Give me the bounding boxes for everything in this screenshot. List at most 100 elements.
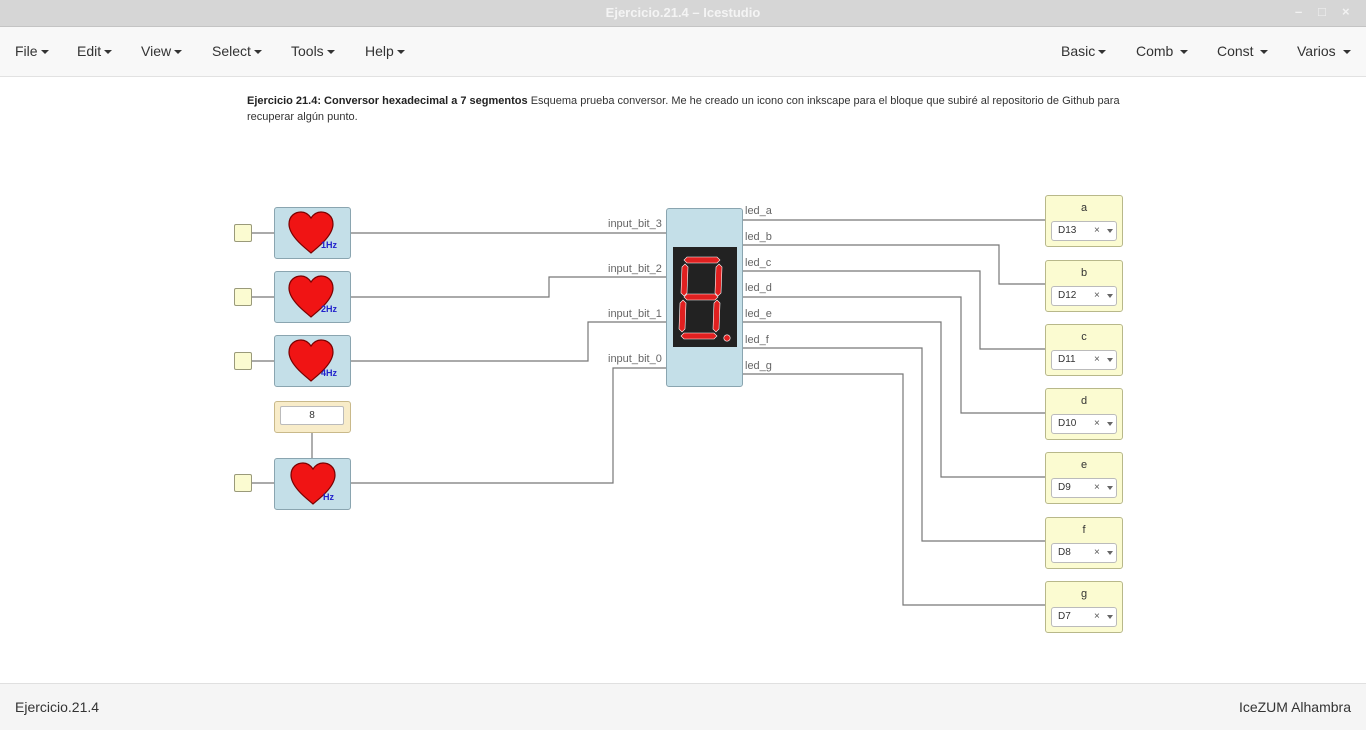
dropdown-arrow-icon[interactable] (1107, 615, 1113, 619)
dropdown-arrow-icon[interactable] (1107, 229, 1113, 233)
input-port[interactable] (234, 288, 252, 306)
output-name: c (1081, 331, 1087, 343)
dropdown-arrow-icon[interactable] (1107, 422, 1113, 426)
menu-varios[interactable]: Varios (1297, 43, 1351, 59)
clock-frequency-label: 2Hz (321, 304, 338, 314)
clock-block-hz[interactable]: Hz (274, 458, 351, 510)
output-name: d (1080, 395, 1088, 407)
clock-frequency-label: 1Hz (321, 240, 338, 250)
wire (350, 276, 666, 298)
output-block-g[interactable]: g D7 × (1045, 581, 1123, 633)
window-title: Ejercicio.21.4 – Icestudio (605, 5, 761, 20)
minimize-button[interactable]: – (1295, 4, 1302, 19)
wire (742, 296, 1045, 414)
pin-select[interactable]: D12 × (1051, 286, 1117, 306)
menu-file[interactable]: File (15, 43, 49, 59)
clear-icon[interactable]: × (1094, 479, 1100, 497)
pin-select[interactable]: D8 × (1051, 543, 1117, 563)
caret-down-icon (396, 50, 405, 55)
pin-select[interactable]: D11 × (1051, 350, 1117, 370)
output-block-d[interactable]: d D10 × (1045, 388, 1123, 440)
dropdown-arrow-icon[interactable] (1107, 551, 1113, 555)
clear-icon[interactable]: × (1094, 544, 1100, 562)
constant-block[interactable]: 8 (274, 401, 351, 433)
port-label-led-d: led_d (745, 282, 772, 294)
caret-down-icon (1180, 50, 1189, 55)
caret-down-icon (104, 50, 113, 55)
pin-value: D13 (1058, 225, 1077, 236)
dropdown-arrow-icon[interactable] (1107, 294, 1113, 298)
close-button[interactable]: × (1342, 4, 1350, 19)
pin-value: D7 (1058, 611, 1071, 622)
output-name: g (1080, 588, 1088, 600)
menu-basic[interactable]: Basic (1061, 43, 1107, 59)
caret-down-icon (1098, 50, 1107, 55)
menu-comb[interactable]: Comb (1136, 43, 1189, 59)
wire (350, 367, 666, 484)
clear-icon[interactable]: × (1094, 222, 1100, 240)
menu-edit[interactable]: Edit (77, 43, 113, 59)
pin-value: D8 (1058, 547, 1071, 558)
input-port[interactable] (234, 352, 252, 370)
caret-down-icon (174, 50, 183, 55)
menubar: File Edit View Select Tools Help Basic C… (0, 27, 1366, 77)
clear-icon[interactable]: × (1094, 415, 1100, 433)
wire (742, 347, 1045, 542)
pin-value: D10 (1058, 418, 1077, 429)
port-label-input-bit-1: input_bit_1 (608, 308, 662, 320)
output-block-a[interactable]: a D13 × (1045, 195, 1123, 247)
clear-icon[interactable]: × (1094, 608, 1100, 626)
caret-down-icon (1260, 50, 1269, 55)
clock-block-1hz[interactable]: 1Hz (274, 207, 351, 259)
caret-down-icon (1342, 50, 1351, 55)
pin-select[interactable]: D13 × (1051, 221, 1117, 241)
status-bar: Ejercicio.21.4 IceZUM Alhambra (0, 683, 1366, 730)
dropdown-arrow-icon[interactable] (1107, 358, 1113, 362)
output-block-b[interactable]: b D12 × (1045, 260, 1123, 312)
clock-block-4hz[interactable]: 4Hz (274, 335, 351, 387)
hex-to-7seg-converter-block[interactable] (666, 208, 743, 387)
clock-block-2hz[interactable]: 2Hz (274, 271, 351, 323)
port-label-led-f: led_f (745, 334, 769, 346)
input-port[interactable] (234, 224, 252, 242)
port-label-led-b: led_b (745, 231, 772, 243)
port-label-input-bit-0: input_bit_0 (608, 353, 662, 365)
wire (742, 244, 1045, 285)
output-name: b (1080, 267, 1088, 279)
output-block-c[interactable]: c D11 × (1045, 324, 1123, 376)
port-label-input-bit-2: input_bit_2 (608, 263, 662, 275)
output-name: a (1080, 202, 1088, 214)
pin-select[interactable]: D10 × (1051, 414, 1117, 434)
window-titlebar: Ejercicio.21.4 – Icestudio – □ × (0, 0, 1366, 27)
maximize-button[interactable]: □ (1318, 4, 1326, 19)
pin-value: D12 (1058, 290, 1077, 301)
pin-value: D9 (1058, 482, 1071, 493)
wire (742, 373, 1045, 606)
pin-select[interactable]: D9 × (1051, 478, 1117, 498)
port-label-led-e: led_e (745, 308, 772, 320)
clock-frequency-label: 4Hz (321, 368, 338, 378)
port-label-led-g: led_g (745, 360, 772, 372)
wire (742, 321, 1045, 478)
design-canvas[interactable]: Ejercicio 21.4: Conversor hexadecimal a … (0, 77, 1366, 682)
clear-icon[interactable]: × (1094, 287, 1100, 305)
clear-icon[interactable]: × (1094, 351, 1100, 369)
caret-down-icon (326, 50, 335, 55)
constant-value-field[interactable]: 8 (280, 406, 344, 425)
menu-help[interactable]: Help (365, 43, 405, 59)
pin-select[interactable]: D7 × (1051, 607, 1117, 627)
menu-const[interactable]: Const (1217, 43, 1269, 59)
menu-tools[interactable]: Tools (291, 43, 335, 59)
pin-value: D11 (1058, 354, 1076, 365)
output-block-f[interactable]: f D8 × (1045, 517, 1123, 569)
menu-view[interactable]: View (141, 43, 183, 59)
output-name: e (1080, 459, 1088, 471)
menu-select[interactable]: Select (212, 43, 262, 59)
board-name[interactable]: IceZUM Alhambra (1239, 699, 1351, 715)
port-label-input-bit-3: input_bit_3 (608, 218, 662, 230)
output-block-e[interactable]: e D9 × (1045, 452, 1123, 504)
port-label-led-c: led_c (745, 257, 772, 269)
input-port[interactable] (234, 474, 252, 492)
output-name: f (1082, 524, 1086, 536)
dropdown-arrow-icon[interactable] (1107, 486, 1113, 490)
